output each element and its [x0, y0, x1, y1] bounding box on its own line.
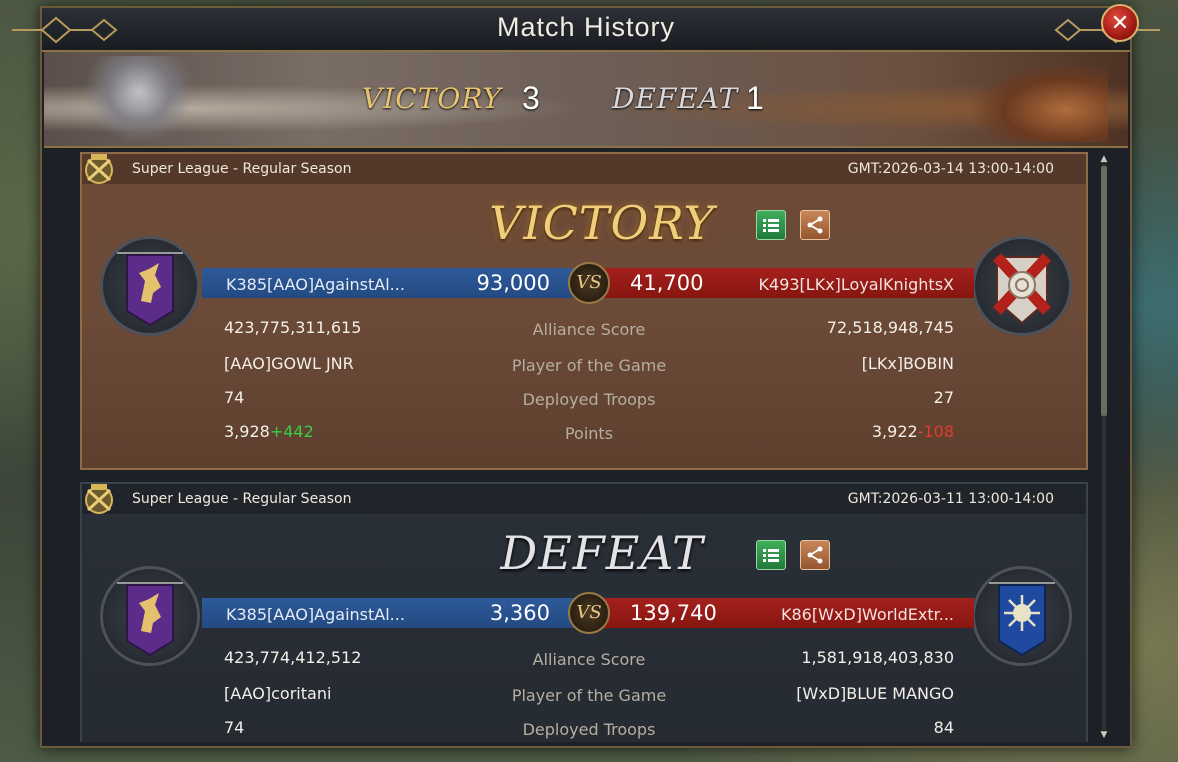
title-bar: Match History	[12, 8, 1160, 52]
scroll-thumb[interactable]	[1101, 166, 1107, 416]
score-bar: K385[AAO]AgainstAl... 3,360 139,740 K86[…	[202, 592, 974, 634]
match-header: Super League - Regular Season GMT:2026-0…	[82, 154, 1086, 184]
points-row: 3,928+442 Points 3,922-108	[224, 422, 954, 446]
right-alliance-name[interactable]: K493[LKx]LoyalKnightsX	[759, 275, 954, 294]
right-team-bar: 41,700 K493[LKx]LoyalKnightsX	[586, 268, 974, 298]
right-deployed-troops: 27	[933, 388, 954, 407]
right-deployed-troops: 84	[933, 718, 954, 737]
right-points-value: 3,922	[871, 422, 918, 441]
knight-artwork	[84, 56, 194, 144]
alliance-score-row: 423,775,311,615 Alliance Score 72,518,94…	[224, 318, 954, 342]
saltire-shield-icon	[992, 253, 1052, 325]
unicorn-banner-icon	[117, 252, 183, 327]
scrollbar[interactable]: ▲ ▼	[1098, 154, 1110, 740]
match-history-window: Match History VICTORY 3 DEFEAT 1 Super L…	[12, 6, 1160, 748]
match-result: VICTORY	[489, 196, 715, 250]
alliance-score-row: 423,774,412,512 Alliance Score 1,581,918…	[224, 648, 954, 672]
battle-stats-button[interactable]	[756, 210, 786, 240]
left-alliance-crest	[100, 236, 200, 336]
list-icon	[763, 219, 779, 232]
defeat-count: 1	[746, 80, 764, 116]
vs-badge: VS	[568, 592, 610, 634]
warriors-artwork	[968, 62, 1108, 142]
victory-summary-label: VICTORY	[362, 82, 503, 115]
league-name: Super League - Regular Season	[132, 161, 352, 177]
match-card: Super League - Regular Season GMT:2026-0…	[80, 482, 1088, 742]
left-score: 3,360	[489, 601, 550, 625]
deployed-troops-label: Deployed Troops	[522, 720, 656, 739]
share-button[interactable]	[800, 210, 830, 240]
summary-banner: VICTORY 3 DEFEAT 1	[44, 52, 1128, 148]
share-icon	[807, 216, 823, 234]
match-result: DEFEAT	[500, 526, 704, 580]
close-icon: ✕	[1110, 10, 1130, 36]
left-team-bar: K385[AAO]AgainstAl... 3,360	[202, 598, 590, 628]
scroll-up-arrow-icon[interactable]: ▲	[1099, 154, 1109, 164]
match-time: GMT:2026-03-14 13:00-14:00	[847, 161, 1054, 177]
right-player-of-game: [WxD]BLUE MANGO	[796, 684, 954, 703]
match-header: Super League - Regular Season GMT:2026-0…	[82, 484, 1086, 514]
right-alliance-score: 1,581,918,403,830	[801, 648, 954, 667]
score-bar: K385[AAO]AgainstAl... 93,000 41,700 K493…	[202, 262, 974, 304]
battle-stats-button[interactable]	[756, 540, 786, 570]
deployed-troops-label: Deployed Troops	[522, 390, 656, 409]
right-alliance-crest	[972, 566, 1072, 666]
sun-banner-icon	[989, 582, 1055, 657]
right-player-of-game: [LKx]BOBIN	[861, 354, 954, 373]
close-button[interactable]: ✕	[1101, 4, 1139, 42]
league-emblem-icon	[85, 484, 113, 514]
league-emblem-icon	[85, 154, 113, 184]
deployed-troops-row: 74 Deployed Troops 27	[224, 388, 954, 412]
deployed-troops-row: 74 Deployed Troops 84	[224, 718, 954, 742]
defeat-summary-label: DEFEAT	[612, 82, 739, 115]
left-alliance-name[interactable]: K385[AAO]AgainstAl...	[226, 605, 405, 624]
left-team-bar: K385[AAO]AgainstAl... 93,000	[202, 268, 590, 298]
unicorn-banner-icon	[117, 582, 183, 657]
match-card: Super League - Regular Season GMT:2026-0…	[80, 152, 1088, 470]
right-alliance-score: 72,518,948,745	[826, 318, 954, 337]
player-of-game-row: [AAO]coritani Player of the Game [WxD]BL…	[224, 684, 954, 708]
right-score: 41,700	[630, 271, 704, 295]
share-icon	[807, 546, 823, 564]
right-points: 3,922-108	[872, 422, 954, 441]
left-score: 93,000	[476, 271, 550, 295]
vs-badge: VS	[568, 262, 610, 304]
victory-count: 3	[522, 80, 540, 116]
player-of-game-row: [AAO]GOWL JNR Player of the Game [LKx]BO…	[224, 354, 954, 378]
league-name: Super League - Regular Season	[132, 491, 352, 507]
scroll-down-arrow-icon[interactable]: ▼	[1099, 730, 1109, 740]
window-title: Match History	[496, 12, 676, 42]
match-list[interactable]: Super League - Regular Season GMT:2026-0…	[80, 152, 1090, 742]
player-of-game-label: Player of the Game	[511, 356, 667, 375]
list-icon	[763, 549, 779, 562]
right-alliance-name[interactable]: K86[WxD]WorldExtr...	[781, 605, 954, 624]
right-points-delta: -108	[917, 422, 954, 441]
points-label: Points	[564, 424, 614, 443]
left-alliance-name[interactable]: K385[AAO]AgainstAl...	[226, 275, 405, 294]
right-score: 139,740	[630, 601, 717, 625]
share-button[interactable]	[800, 540, 830, 570]
left-alliance-crest	[100, 566, 200, 666]
right-team-bar: 139,740 K86[WxD]WorldExtr...	[586, 598, 974, 628]
right-alliance-crest	[972, 236, 1072, 336]
match-time: GMT:2026-03-11 13:00-14:00	[847, 491, 1054, 507]
